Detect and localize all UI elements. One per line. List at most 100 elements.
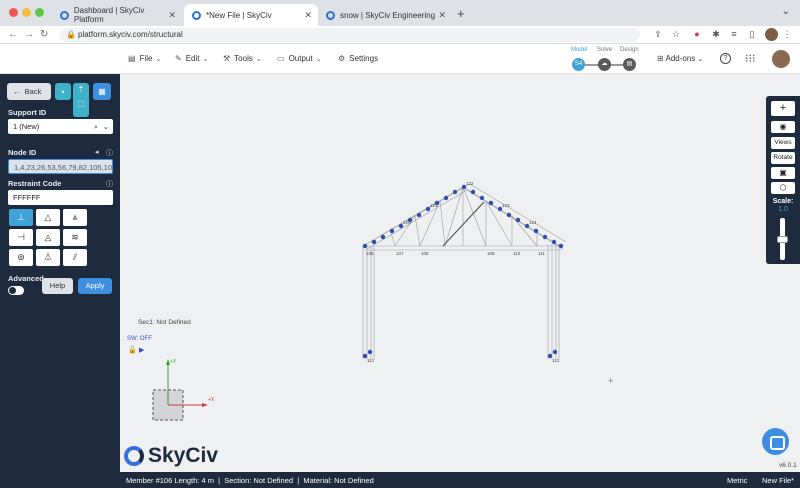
tab-title: snow | SkyCiv Engineering <box>340 10 436 20</box>
reload-icon[interactable]: ↻ <box>40 29 48 40</box>
minimize-window-icon[interactable] <box>22 8 31 17</box>
camera-icon[interactable]: ▣ <box>771 167 795 179</box>
chevron-down-icon: ⌄ <box>255 55 262 63</box>
table-view-button[interactable]: ▦ <box>93 83 111 100</box>
units-button[interactable]: Metric <box>727 476 747 485</box>
node-select-tool[interactable]: ⬩ <box>55 83 71 100</box>
browser-menu-icon[interactable]: ⋮ <box>782 29 792 39</box>
close-tab-icon[interactable]: ✕ <box>438 10 446 21</box>
advanced-toggle[interactable] <box>8 286 24 295</box>
roller-z-support-icon[interactable]: ⊚ <box>9 249 33 266</box>
menu-output[interactable]: ▭ Output ⌄ <box>277 54 321 63</box>
advanced-label: Advanced <box>8 274 44 283</box>
axis-y-label: +Y <box>170 359 177 365</box>
views-button[interactable]: Views <box>771 137 795 149</box>
pinned-support-icon[interactable]: △ <box>36 209 60 226</box>
back-button[interactable]: ← Back <box>7 83 51 100</box>
menu-tools[interactable]: ⚒ Tools ⌄ <box>223 54 262 63</box>
custom-spring-support-icon[interactable]: ⫽ <box>63 249 87 266</box>
close-window-icon[interactable] <box>9 8 18 17</box>
fixed-x-support-icon[interactable]: ⊣ <box>9 229 33 246</box>
back-arrow-icon[interactable]: ← <box>8 29 18 40</box>
bookmark-star-icon[interactable]: ☆ <box>671 29 681 39</box>
node-label: 120 <box>403 220 411 225</box>
step-solve-button[interactable]: ☁ <box>598 58 611 71</box>
info-icon[interactable]: ⓘ <box>106 179 113 189</box>
browser-tab-dashboard[interactable]: Dashboard | SkyCiv Platform ✕ <box>52 4 182 26</box>
browser-tab-bar: Dashboard | SkyCiv Platform ✕ *New File … <box>0 0 800 26</box>
fixed-support-icon[interactable]: ⊥ <box>9 209 33 226</box>
node-id-input[interactable]: 1,4,23,26,53,56,79,82,105,108 <box>8 159 113 174</box>
app-header: ▤ File ⌄ ✎ Edit ⌄ ⚒ Tools ⌄ ▭ Output ⌄ ⚙ Settings… <box>0 44 800 74</box>
browser-tab-new-file[interactable]: *New File | SkyCiv ✕ <box>184 4 318 26</box>
scale-label: Scale: <box>772 198 794 205</box>
node-label: 113 <box>552 358 560 363</box>
apps-grid-icon[interactable]: ⁝⁝⁝ <box>745 52 756 65</box>
menu-label: Output <box>288 54 313 63</box>
pick-nodes-icon[interactable]: ◂ <box>95 148 99 156</box>
apply-button[interactable]: Apply <box>78 278 112 294</box>
close-tab-icon[interactable]: ✕ <box>168 10 176 21</box>
menu-edit[interactable]: ✎ Edit ⌄ <box>175 54 208 63</box>
support-panel: ← Back ⬩ ⇡ ⬚ ▦ Support ID 1 (New) ⌕ ⌄ Nod… <box>0 74 120 472</box>
node-label: 109 <box>487 251 495 256</box>
url-field[interactable]: 🔒 platform.skyciv.com/structural <box>60 28 640 42</box>
menu-file[interactable]: ▤ File ⌄ <box>128 54 161 63</box>
support-id-select[interactable]: 1 (New) ⌕ ⌄ <box>8 119 113 134</box>
maximize-window-icon[interactable] <box>35 8 44 17</box>
menu-label: File <box>139 54 153 63</box>
step-model-button[interactable]: S4 <box>572 58 585 71</box>
node-label: 107 <box>396 251 404 256</box>
node-id-value: 1,4,23,26,53,56,79,82,105,108 <box>14 163 113 172</box>
node-label: 124 <box>529 220 537 225</box>
arrow-left-icon: ← <box>13 87 21 96</box>
extension-color-icon[interactable]: ● <box>692 29 702 39</box>
node-label: 108 <box>421 251 429 256</box>
browser-profile-avatar[interactable] <box>765 28 778 41</box>
menu-settings[interactable]: ⚙ Settings <box>338 54 378 63</box>
monitor-icon: ▭ <box>277 54 285 63</box>
axis-gizmo: +Y +X <box>152 359 215 421</box>
new-tab-icon[interactable]: + <box>457 6 465 21</box>
close-tab-icon[interactable]: ✕ <box>304 10 312 21</box>
browser-tab-snow[interactable]: snow | SkyCiv Engineering ✕ <box>318 4 452 26</box>
step-design-button[interactable]: ▤ <box>623 58 636 71</box>
lock-icon: 🔒 <box>66 30 76 39</box>
zoom-in-button[interactable]: + <box>771 101 795 116</box>
rotate-button[interactable]: Rotate <box>771 152 795 164</box>
tab-search-icon[interactable]: ⌄ <box>782 6 790 17</box>
support-id-value: 1 (New) <box>13 122 40 131</box>
puzzle-extensions-icon[interactable]: ✱ <box>711 29 721 39</box>
forward-arrow-icon[interactable]: → <box>24 29 34 40</box>
playlist-icon[interactable]: ≡ <box>729 29 739 39</box>
help-button[interactable]: Help <box>42 278 73 294</box>
scale-slider[interactable] <box>777 218 788 260</box>
pin-roller-support-icon[interactable]: ⏃ <box>36 249 60 266</box>
step-label-design: Design <box>620 47 639 53</box>
share-icon[interactable]: ⇪ <box>653 29 663 39</box>
menu-label: Tools <box>234 54 253 63</box>
chat-support-button[interactable] <box>762 428 789 455</box>
restraint-code-input[interactable]: FFFFFF <box>8 190 113 205</box>
eye-icon[interactable]: ◉ <box>771 121 795 133</box>
chevron-down-icon: ⌄ <box>155 55 162 63</box>
status-bar: Member #106 Length: 4 m | Section: Not D… <box>0 472 800 488</box>
user-avatar[interactable] <box>772 50 790 68</box>
spring-support-icon[interactable]: ≋ <box>63 229 87 246</box>
help-circle-icon[interactable]: ? <box>720 53 731 64</box>
node-id-label: Node ID <box>8 148 37 157</box>
scale-slider-handle[interactable] <box>777 236 788 243</box>
selected-member[interactable] <box>442 201 485 247</box>
version-label: v6.0.1 <box>779 462 797 469</box>
node-pick-tool[interactable]: ⇡ ⬚ <box>73 83 89 117</box>
file-name-button[interactable]: New File* <box>762 476 794 485</box>
pinned-rotated-support-icon[interactable]: ◬ <box>36 229 60 246</box>
addons-menu[interactable]: ⊞ Add-ons ⌄ <box>657 54 703 63</box>
roller-support-icon[interactable]: ⩓ <box>63 209 87 226</box>
model-canvas[interactable]: Sec1: Not Defined SW: OFF 🔓 ▶ 106 107 10… <box>120 74 800 472</box>
side-panel-icon[interactable]: ▯ <box>747 29 757 39</box>
chevron-down-icon[interactable]: ⌄ <box>103 119 109 134</box>
info-icon[interactable]: ⓘ <box>106 148 113 158</box>
cube-icon[interactable]: ⬡ <box>771 182 795 194</box>
search-icon[interactable]: ⌕ <box>94 119 98 134</box>
